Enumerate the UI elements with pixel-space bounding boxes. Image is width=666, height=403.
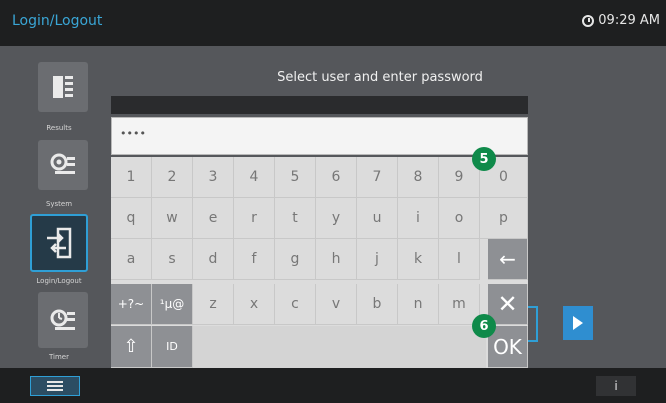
- selection-bracket: [528, 306, 538, 342]
- top-bar: Login/Logout 09:29 AM: [0, 0, 666, 46]
- key[interactable]: b: [357, 284, 398, 325]
- callout-badge: 5: [472, 147, 496, 171]
- login-logout-icon: [47, 227, 72, 259]
- key[interactable]: o: [439, 198, 480, 239]
- key[interactable]: 3: [193, 157, 234, 198]
- key[interactable]: s: [152, 239, 193, 280]
- sidebar-item-label: Login/Logout: [36, 277, 82, 285]
- sidebar-item-results[interactable]: [38, 62, 88, 112]
- key[interactable]: x: [234, 284, 275, 325]
- key[interactable]: q: [111, 198, 152, 239]
- key[interactable]: k: [398, 239, 439, 280]
- bottom-bar: [0, 368, 666, 403]
- key[interactable]: y: [316, 198, 357, 239]
- info-button[interactable]: i: [596, 376, 636, 396]
- space-key[interactable]: [193, 326, 486, 368]
- clock: 09:29 AM: [582, 13, 660, 28]
- id-key[interactable]: ID: [152, 326, 193, 368]
- key[interactable]: 2: [152, 157, 193, 198]
- timer-icon: [50, 309, 75, 330]
- sidebar-item-login-logout[interactable]: [30, 214, 88, 272]
- key[interactable]: e: [193, 198, 234, 239]
- key[interactable]: 5: [275, 157, 316, 198]
- symbols-key[interactable]: +?~: [111, 284, 152, 325]
- login-prompt: Select user and enter password: [277, 70, 483, 85]
- results-icon: [53, 76, 73, 98]
- user-select[interactable]: [111, 96, 528, 114]
- key[interactable]: a: [111, 239, 152, 280]
- key[interactable]: 6: [316, 157, 357, 198]
- clock-time: 09:29 AM: [598, 13, 660, 28]
- key[interactable]: i: [398, 198, 439, 239]
- key[interactable]: p: [480, 198, 528, 239]
- key[interactable]: w: [152, 198, 193, 239]
- key[interactable]: l: [439, 239, 480, 280]
- gear-icon: [50, 153, 75, 174]
- key[interactable]: g: [275, 239, 316, 280]
- key[interactable]: f: [234, 239, 275, 280]
- key[interactable]: n: [398, 284, 439, 325]
- callout-badge: 6: [472, 314, 496, 338]
- key[interactable]: 4: [234, 157, 275, 198]
- password-field[interactable]: ••••: [111, 117, 528, 155]
- menu-button[interactable]: [30, 376, 80, 396]
- sidebar-item-timer[interactable]: [38, 292, 88, 348]
- key[interactable]: j: [357, 239, 398, 280]
- key[interactable]: d: [193, 239, 234, 280]
- clock-icon: [582, 14, 595, 27]
- sidebar-item-label: Results: [46, 124, 72, 132]
- key[interactable]: c: [275, 284, 316, 325]
- on-screen-keyboard: 1 2 3 4 5 6 7 8 9 0 q w e r t y u i o p …: [111, 157, 528, 368]
- key[interactable]: 8: [398, 157, 439, 198]
- key[interactable]: u: [357, 198, 398, 239]
- key[interactable]: h: [316, 239, 357, 280]
- key[interactable]: 1: [111, 157, 152, 198]
- shift-key[interactable]: ⇧: [111, 326, 152, 368]
- key[interactable]: v: [316, 284, 357, 325]
- key[interactable]: r: [234, 198, 275, 239]
- menu-icon: [47, 385, 63, 387]
- sidebar-item-system[interactable]: [38, 140, 88, 190]
- sidebar-item-label: System: [45, 200, 73, 208]
- next-button[interactable]: [563, 306, 593, 340]
- menu-icon: [47, 389, 63, 391]
- menu-icon: [47, 381, 63, 383]
- key[interactable]: z: [193, 284, 234, 325]
- key[interactable]: 7: [357, 157, 398, 198]
- page-title: Login/Logout: [12, 13, 103, 29]
- backspace-key[interactable]: ←: [488, 239, 528, 280]
- key[interactable]: t: [275, 198, 316, 239]
- special-chars-key[interactable]: ¹µ@: [152, 284, 193, 325]
- sidebar-item-label: Timer: [48, 353, 69, 361]
